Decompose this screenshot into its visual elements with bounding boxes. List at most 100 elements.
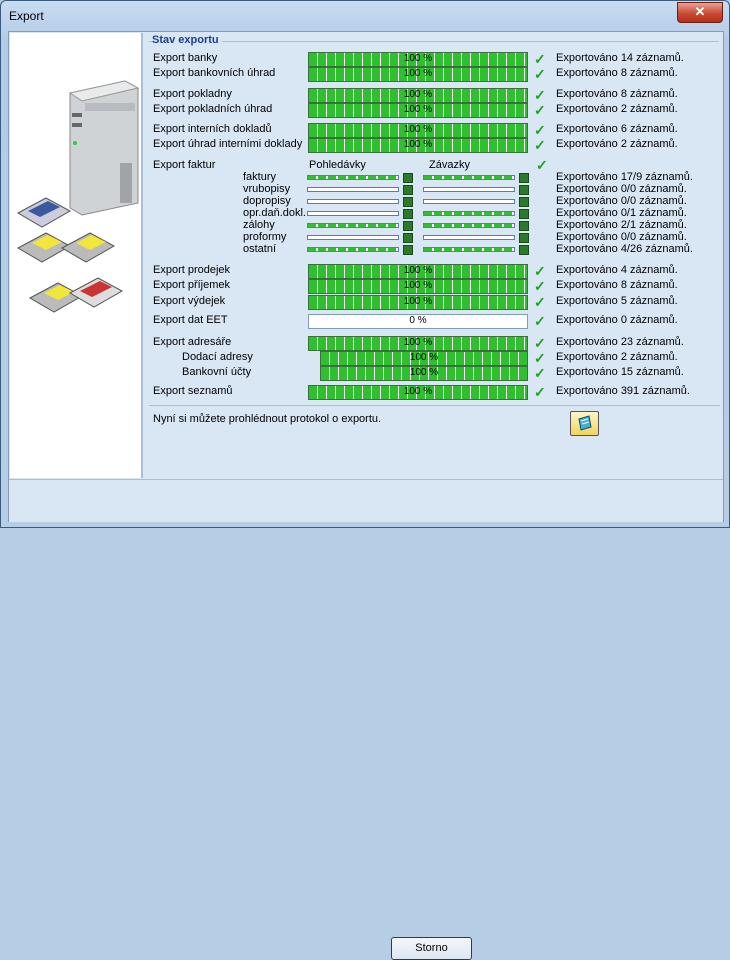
check-icon: ✓ [534,263,546,279]
row-label: Export adresáře [153,336,232,348]
faktury-item-status: Exportováno 2/1 záznamů. [556,219,687,231]
row-label: Bankovní účty [182,366,252,378]
check-icon: ✓ [534,313,546,329]
row-status: Exportováno 15 záznamů. [556,366,684,378]
button-bar: Storno [9,479,723,960]
zavazky-status-icon [519,197,529,207]
row-status: Exportováno 8 záznamů. [556,88,678,100]
row-label: Export úhrad interními doklady [153,138,303,150]
pohledavky-progress [307,175,399,180]
check-icon: ✓ [534,122,546,138]
faktury-item-label: faktury [243,171,277,183]
progress-percent: 100 % [403,265,433,276]
row-label: Export pokladny [153,88,232,100]
faktury-item-status: Exportováno 0/0 záznamů. [556,231,687,243]
progress-bar: 0 % [308,314,528,329]
row-status: Exportováno 2 záznamů. [556,351,678,363]
pohledavky-progress [307,223,399,228]
progress-percent: 100 % [403,104,433,115]
row-status: Exportováno 14 záznamů. [556,52,684,64]
faktury-item-status: Exportováno 0/0 záznamů. [556,195,687,207]
check-icon: ✓ [534,137,546,153]
row-status: Exportováno 2 záznamů. [556,138,678,150]
faktury-item-label: vrubopisy [243,183,291,195]
faktury-item-label: dopropisy [243,195,291,207]
zavazky-progress [423,187,515,192]
check-icon: ✓ [534,102,546,118]
separator [149,405,720,406]
row-label: Export příjemek [153,279,231,291]
pohledavky-progress [307,211,399,216]
check-icon: ✓ [534,51,546,67]
progress-percent: 100 % [409,367,439,378]
pohledavky-status-icon [403,185,413,195]
progress-bar: 100 % [308,336,528,351]
zavazky-progress [423,247,515,252]
row-status: Exportováno 8 záznamů. [556,279,678,291]
export-status-pane: Stav exportu Export banky 100 % ✓ Export… [143,33,722,478]
close-button[interactable]: ✕ [677,2,723,23]
progress-bar: 100 % [308,279,528,294]
zavazky-status-icon [519,233,529,243]
row-label: Export pokladních úhrad [153,103,273,115]
check-icon: ✓ [534,365,546,381]
check-icon: ✓ [534,350,546,366]
zavazky-progress [423,235,515,240]
check-icon: ✓ [534,278,546,294]
progress-bar: 100 % [308,103,528,118]
storno-button[interactable]: Storno [391,937,472,960]
row-status: Exportováno 4 záznamů. [556,264,678,276]
window-title: Export [9,9,44,23]
progress-bar: 100 % [308,52,528,67]
row-status: Exportováno 5 záznamů. [556,295,678,307]
pohledavky-progress [307,199,399,204]
notepad-icon [578,415,592,431]
row-label: Export výdejek [153,295,226,307]
zavazky-status-icon [519,221,529,231]
zavazky-progress [423,175,515,180]
row-label: Export banky [153,52,218,64]
pohledavky-status-icon [403,221,413,231]
faktury-item-label: opr.daň.dokl. [243,207,306,219]
progress-percent: 100 % [403,68,433,79]
row-status: Exportováno 23 záznamů. [556,336,684,348]
row-label: Export dat EET [153,314,228,326]
pohledavky-status-icon [403,233,413,243]
progress-bar: 100 % [308,264,528,279]
row-status: Exportováno 0 záznamů. [556,314,678,326]
dialog-client: Stav exportu Export banky 100 % ✓ Export… [8,31,724,960]
check-icon: ✓ [534,294,546,310]
row-status: Exportováno 2 záznamů. [556,103,678,115]
progress-bar: 100 % [308,67,528,82]
progress-bar: 100 % [320,366,528,381]
zavazky-status-icon [519,245,529,255]
pohledavky-status-icon [403,245,413,255]
pohledavky-header: Pohledávky [309,159,366,171]
progress-bar: 100 % [308,295,528,310]
zavazky-progress [423,211,515,216]
row-label: Export seznamů [153,385,233,397]
faktury-item-label: proformy [243,231,287,243]
progress-bar: 100 % [320,351,528,366]
protocol-text: Nyní si můžete prohlédnout protokol o ex… [153,413,382,425]
faktury-item-status: Exportováno 4/26 záznamů. [556,243,693,255]
progress-percent: 100 % [403,124,433,135]
group-border [149,41,719,42]
zavazky-header: Závazky [429,159,470,171]
view-protocol-button[interactable] [570,411,599,436]
progress-percent: 100 % [403,337,433,348]
check-icon: ✓ [534,384,546,400]
pohledavky-progress [307,187,399,192]
illustration-pane [10,33,143,478]
faktury-label: Export faktur [153,159,216,171]
pohledavky-progress [307,235,399,240]
row-status: Exportováno 6 záznamů. [556,123,678,135]
row-label: Export prodejek [153,264,231,276]
progress-bar: 100 % [308,138,528,153]
row-label: Export interních dokladů [153,123,272,135]
title-bar[interactable]: Export ✕ [1,1,729,31]
pohledavky-status-icon [403,173,413,183]
check-icon: ✓ [536,157,548,173]
progress-bar: 100 % [308,123,528,138]
faktury-item-label: ostatní [243,243,277,255]
